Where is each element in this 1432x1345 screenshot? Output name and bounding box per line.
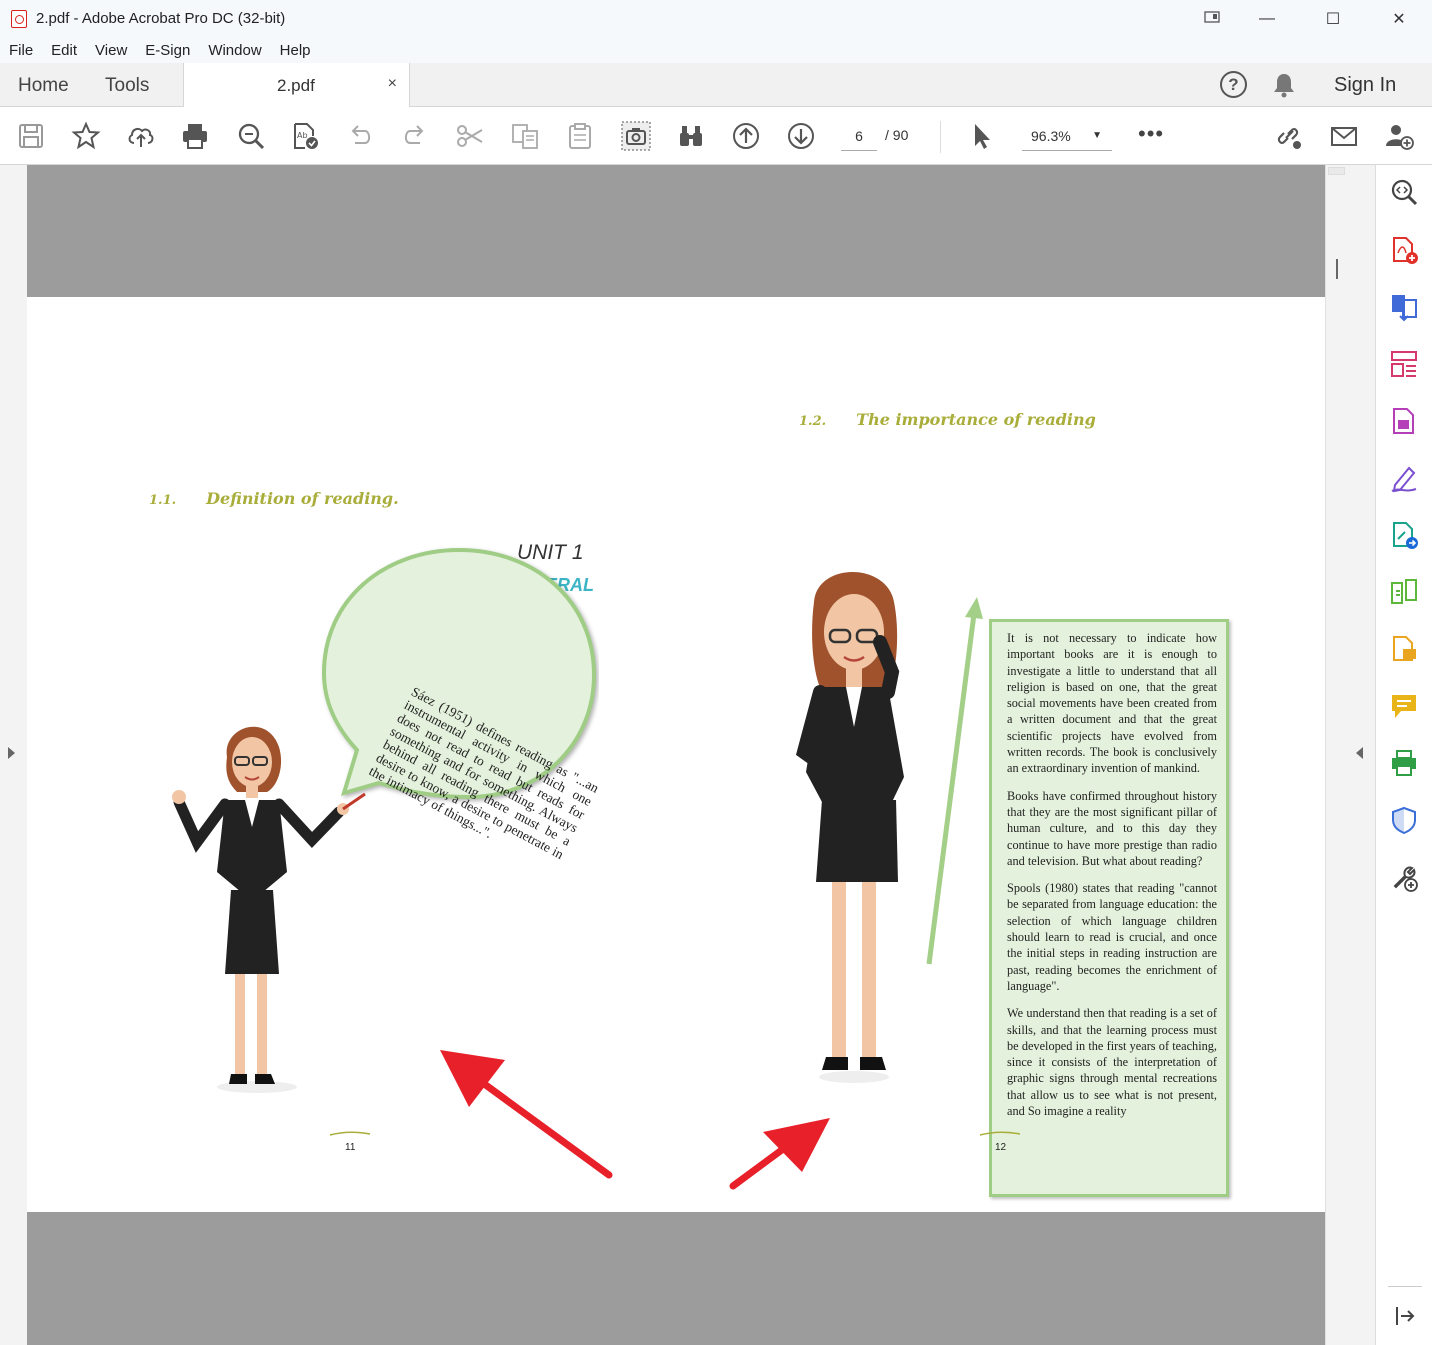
tab-document[interactable]: 2.pdf ×	[183, 63, 410, 107]
tablet-mode-icon[interactable]	[1204, 11, 1220, 23]
sign-in-button[interactable]: Sign In	[1334, 74, 1396, 97]
snapshot-camera-icon[interactable]	[621, 121, 651, 151]
share-link-icon[interactable]	[1273, 121, 1303, 151]
page-number-input[interactable]: 6	[841, 121, 877, 151]
add-user-icon[interactable]	[1384, 121, 1414, 151]
menu-file[interactable]: File	[9, 42, 33, 59]
page-ornament	[329, 1131, 371, 1136]
section-number: 1.2.	[799, 414, 827, 429]
teacher-character-left	[172, 726, 366, 1093]
svg-text:Ab: Ab	[297, 131, 308, 140]
paragraph: Books have confirmed throughout history …	[1007, 788, 1217, 868]
next-page-icon[interactable]	[786, 121, 816, 151]
page-ornament	[979, 1131, 1021, 1136]
paragraph: Spools (1980) states that reading "canno…	[1007, 881, 1217, 993]
spell-check-icon[interactable]: Ab	[290, 121, 320, 151]
print-icon[interactable]	[180, 121, 210, 151]
section-number: 1.1.	[149, 493, 177, 508]
select-cursor-icon[interactable]	[966, 121, 996, 151]
menu-help[interactable]: Help	[280, 42, 311, 59]
zoom-value: 96.3%	[1031, 128, 1071, 144]
title-bar: 2.pdf - Adobe Acrobat Pro DC (32-bit) — …	[0, 0, 1432, 37]
menu-edit[interactable]: Edit	[51, 42, 77, 59]
minimize-button[interactable]: —	[1234, 0, 1300, 37]
tab-home[interactable]: Home	[18, 75, 69, 97]
copy-icon[interactable]	[510, 121, 540, 151]
save-icon[interactable]	[16, 121, 46, 151]
zoom-level-select[interactable]: 96.3% ▼	[1022, 121, 1112, 151]
pdf-page-spread: UNIT 1 READING IN GENERAL 1.1.Definition…	[27, 297, 1325, 1212]
paragraph: It is not necessary to indicate how impo…	[1007, 631, 1217, 776]
export-pdf-icon[interactable]	[1389, 292, 1419, 322]
acrobat-pdf-icon	[11, 9, 27, 28]
find-binoculars-icon[interactable]	[676, 121, 706, 151]
send-for-signature-icon[interactable]	[1389, 520, 1419, 550]
help-icon[interactable]: ?	[1220, 71, 1247, 98]
red-annotation-arrow-right	[729, 1118, 830, 1190]
menu-view[interactable]: View	[95, 42, 127, 59]
create-pdf-icon[interactable]	[1389, 235, 1419, 265]
document-viewport[interactable]: UNIT 1 READING IN GENERAL 1.1.Definition…	[27, 165, 1325, 1345]
comment-file-icon[interactable]	[1389, 634, 1419, 664]
notification-bell-icon[interactable]	[1273, 72, 1295, 98]
tab-tools[interactable]: Tools	[105, 75, 149, 97]
undo-icon[interactable]	[345, 121, 375, 151]
menu-bar: File Edit View E-Sign Window Help	[0, 37, 1432, 63]
email-envelope-icon[interactable]	[1329, 121, 1359, 151]
close-window-button[interactable]: ✕	[1366, 0, 1432, 37]
pane-divider	[1388, 1286, 1422, 1287]
organize-pages-icon[interactable]	[1389, 349, 1419, 379]
red-annotation-arrow-left	[440, 1050, 613, 1179]
more-tools-wrench-icon[interactable]	[1389, 862, 1419, 892]
paste-clipboard-icon[interactable]	[565, 121, 595, 151]
section-title: The importance of reading	[856, 410, 1096, 429]
left-panel-toggle[interactable]	[0, 165, 27, 1345]
close-tab-button[interactable]: ×	[388, 75, 397, 93]
menu-window[interactable]: Window	[208, 42, 261, 59]
menu-esign[interactable]: E-Sign	[145, 42, 190, 59]
paragraph: We understand then that reading is a set…	[1007, 1006, 1217, 1119]
right-panel-toggle[interactable]	[1347, 165, 1375, 1345]
expand-left-icon	[8, 747, 15, 759]
zoom-search-icon[interactable]	[236, 121, 266, 151]
importance-text-box: It is not necessary to indicate how impo…	[989, 619, 1229, 1197]
cloud-upload-icon[interactable]	[126, 121, 156, 151]
teacher-character-right	[795, 572, 904, 1083]
redo-icon[interactable]	[400, 121, 430, 151]
section-title: Definition of reading.	[206, 489, 399, 508]
cut-scissors-icon[interactable]	[455, 121, 485, 151]
fill-sign-icon[interactable]	[1389, 463, 1419, 493]
page-number-left: 11	[345, 1142, 356, 1153]
protect-shield-icon[interactable]	[1389, 805, 1419, 835]
window-controls: — ☐ ✕	[1234, 0, 1432, 37]
collapse-pane-icon[interactable]	[1389, 1301, 1419, 1331]
page-total: / 90	[885, 127, 909, 143]
page-number-right: 12	[995, 1142, 1007, 1153]
previous-page-icon[interactable]	[731, 121, 761, 151]
scroll-up-button[interactable]	[1328, 167, 1345, 175]
section-heading-1-2: 1.2. The importance of reading	[799, 410, 1096, 429]
tab-bar: Home Tools 2.pdf × ? Sign In	[0, 63, 1432, 107]
chevron-down-icon: ▼	[1092, 130, 1102, 141]
maximize-button[interactable]: ☐	[1300, 0, 1366, 37]
window-title: 2.pdf - Adobe Acrobat Pro DC (32-bit)	[36, 10, 286, 27]
bookmark-star-icon[interactable]	[71, 121, 101, 151]
collapse-right-icon	[1356, 747, 1363, 759]
section-heading-1-1: 1.1. Definition of reading.	[149, 489, 399, 508]
scroll-thumb[interactable]	[1336, 259, 1338, 279]
more-tools-icon[interactable]: •••	[1138, 121, 1164, 147]
toolbar-divider	[940, 121, 941, 153]
search-pane-icon[interactable]	[1389, 177, 1419, 207]
document-tab-label: 2.pdf	[277, 76, 315, 95]
print-production-icon[interactable]	[1389, 748, 1419, 778]
tools-pane	[1375, 165, 1432, 1345]
vertical-scrollbar[interactable]	[1325, 165, 1347, 1345]
edit-pdf-icon[interactable]	[1389, 406, 1419, 436]
main-toolbar: Ab 6 / 90 96.3% ▼ •••	[0, 107, 1432, 165]
compare-files-icon[interactable]	[1389, 577, 1419, 607]
comment-icon[interactable]	[1389, 691, 1419, 721]
green-pointer-arrow	[926, 597, 983, 965]
